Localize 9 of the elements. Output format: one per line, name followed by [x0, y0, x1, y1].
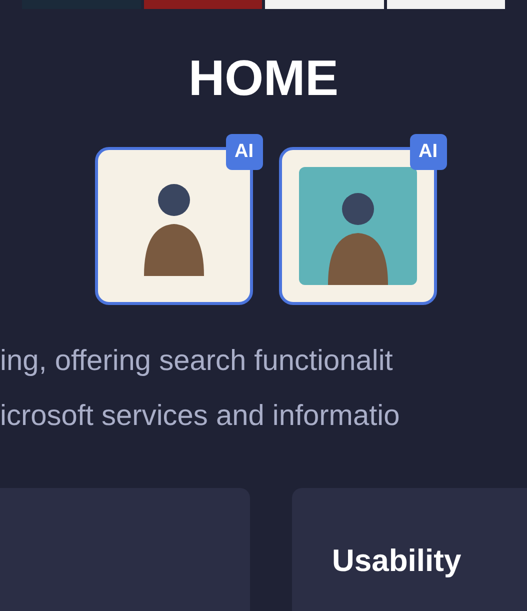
ai-badge: AI — [410, 134, 446, 170]
photo-placeholder[interactable] — [265, 0, 384, 9]
ai-badge: AI — [226, 134, 262, 170]
description-line: icrosoft services and informatio — [0, 400, 400, 433]
photo-placeholder[interactable] — [386, 0, 505, 9]
card-title: Usability — [332, 543, 462, 578]
photo-placeholder[interactable] — [144, 0, 262, 9]
description-line: ing, offering search functionalit — [0, 345, 393, 378]
page-title: HOME — [188, 49, 340, 107]
